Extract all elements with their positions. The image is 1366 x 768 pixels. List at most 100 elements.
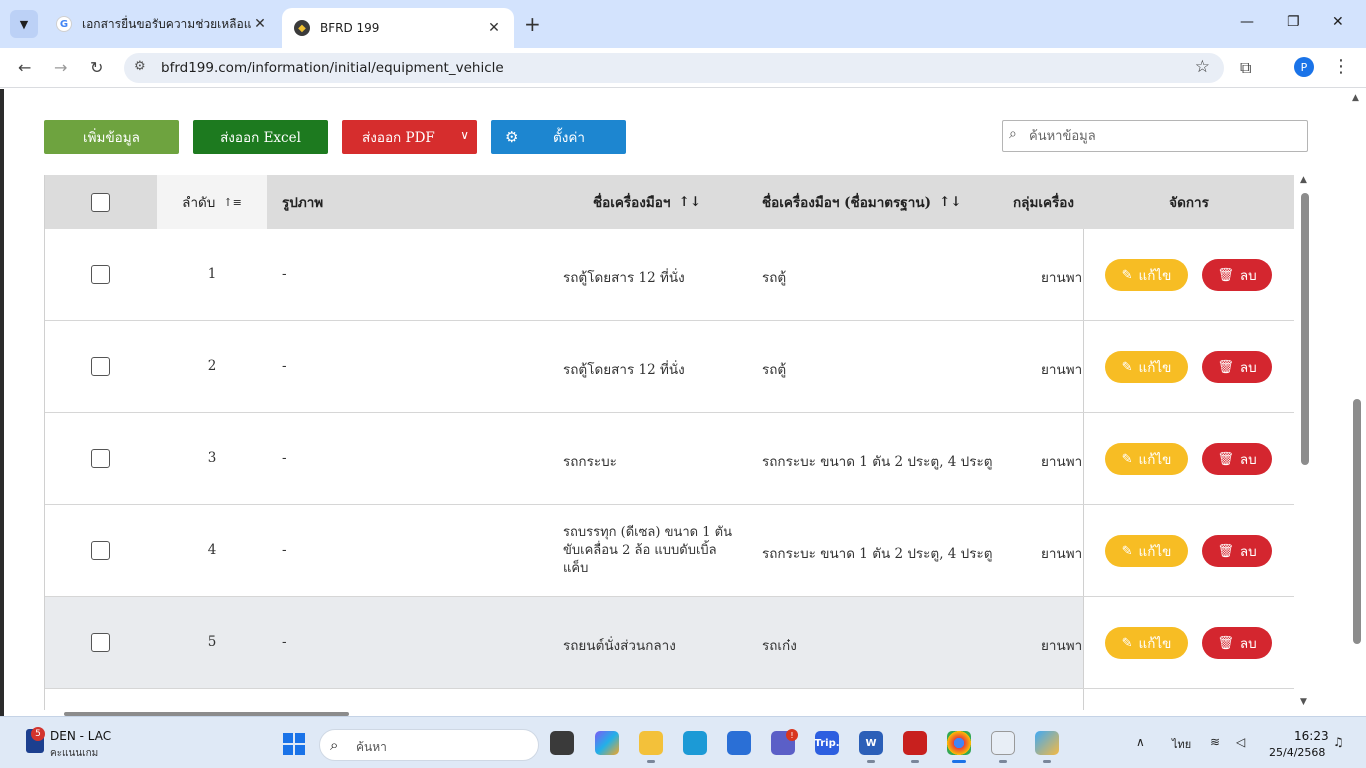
- snipping-tool-icon[interactable]: [991, 731, 1015, 755]
- tab-search-button[interactable]: ▼: [10, 10, 38, 38]
- column-name[interactable]: ชื่อเครื่องมือฯ ↑↓: [593, 175, 701, 229]
- star-icon[interactable]: ☆: [1195, 57, 1210, 77]
- app-indicator: [647, 760, 655, 763]
- word-icon[interactable]: W: [859, 731, 883, 755]
- edit-label: แก้ไข: [1138, 636, 1172, 652]
- plus-icon[interactable]: +: [524, 14, 541, 34]
- paint-icon[interactable]: [1035, 731, 1059, 755]
- select-all-checkbox[interactable]: [91, 192, 110, 212]
- acrobat-icon[interactable]: [903, 731, 927, 755]
- chevron-up-icon[interactable]: ∧: [1136, 735, 1145, 749]
- edit-button[interactable]: ✎ แก้ไข: [1105, 259, 1188, 291]
- row-select-cell: [91, 357, 110, 376]
- browser-tab-bfrd[interactable]: ◆ BFRD 199 ✕: [282, 8, 514, 48]
- more-vert-icon[interactable]: ⋮: [1332, 56, 1350, 77]
- column-order-label: ลำดับ: [182, 195, 216, 211]
- edit-button[interactable]: ✎ แก้ไข: [1105, 351, 1188, 383]
- store-icon[interactable]: [727, 731, 751, 755]
- delete-button[interactable]: 🗑 ลบ: [1202, 351, 1272, 383]
- scroll-down-icon[interactable]: ▼: [1300, 697, 1307, 707]
- volume-icon[interactable]: ◁: [1236, 735, 1245, 749]
- trash-icon: 🗑: [1217, 267, 1234, 283]
- export-excel-button[interactable]: ส่งออก Excel: [193, 120, 328, 154]
- scroll-thumb[interactable]: [1353, 399, 1361, 644]
- windows-start-icon[interactable]: [283, 733, 305, 755]
- close-icon[interactable]: ✕: [252, 16, 268, 32]
- widget-title[interactable]: DEN - LAC: [50, 729, 111, 743]
- copilot-icon[interactable]: [595, 731, 619, 755]
- row-checkbox[interactable]: [91, 449, 110, 468]
- delete-button[interactable]: 🗑 ลบ: [1202, 259, 1272, 291]
- taskbar-search[interactable]: ⌕ ค้นหา: [319, 729, 539, 761]
- restore-icon[interactable]: ❐: [1287, 14, 1300, 30]
- table-row: 4 - รถบรรทุก (ดีเซล) ขนาด 1 ตัน ขับเคลื่…: [45, 505, 1294, 597]
- back-arrow-icon[interactable]: ←: [18, 58, 31, 77]
- notification-bell-icon[interactable]: ♫: [1333, 735, 1344, 749]
- column-order[interactable]: ลำดับ ↑≡: [157, 175, 267, 229]
- language-indicator[interactable]: ไทย: [1172, 735, 1191, 753]
- avatar[interactable]: P: [1294, 57, 1314, 77]
- chevron-down-icon: ▼: [19, 17, 29, 31]
- google-favicon-icon: G: [56, 16, 72, 32]
- edge-icon[interactable]: [683, 731, 707, 755]
- browser-tab-document[interactable]: G เอกสารยื่นขอรับความช่วยเหลือแม่นลิ ✕: [44, 8, 280, 40]
- edit-button[interactable]: ✎ แก้ไข: [1105, 443, 1188, 475]
- puzzle-icon[interactable]: ⧉: [1240, 58, 1251, 78]
- column-standard-name[interactable]: ชื่อเครื่องมือฯ (ชื่อมาตรฐาน) ↑↓: [762, 175, 962, 229]
- clock-time[interactable]: 16:23: [1294, 729, 1329, 743]
- close-icon[interactable]: ✕: [486, 20, 502, 36]
- file-explorer-icon[interactable]: [639, 731, 663, 755]
- scroll-up-icon[interactable]: ▲: [1352, 93, 1359, 103]
- table-row: 3 - รถกระบะ รถกระบะ ขนาด 1 ตัน 2 ประตู, …: [45, 413, 1294, 505]
- table-vertical-scrollbar[interactable]: ▲ ▼: [1298, 175, 1312, 710]
- delete-button[interactable]: 🗑 ลบ: [1202, 627, 1272, 659]
- row-checkbox[interactable]: [91, 265, 110, 284]
- order-cell: 1: [207, 266, 217, 282]
- add-data-button[interactable]: เพิ่มข้อมูล: [44, 120, 179, 154]
- delete-button[interactable]: 🗑 ลบ: [1202, 535, 1272, 567]
- settings-button[interactable]: ⚙ ตั้งค่า: [491, 120, 626, 154]
- actions-cell: ✎ แก้ไข 🗑 ลบ: [1083, 413, 1294, 504]
- export-pdf-button[interactable]: ส่งออก PDF ∨: [342, 120, 477, 154]
- window-close-icon[interactable]: ✕: [1332, 14, 1344, 30]
- row-checkbox[interactable]: [91, 357, 110, 376]
- scroll-up-icon[interactable]: ▲: [1300, 175, 1307, 185]
- row-checkbox[interactable]: [91, 633, 110, 652]
- page-vertical-scrollbar[interactable]: ▲: [1350, 89, 1364, 716]
- wifi-icon[interactable]: ≋: [1210, 735, 1220, 749]
- edit-button[interactable]: ✎ แก้ไข: [1105, 535, 1188, 567]
- chrome-icon[interactable]: [947, 731, 971, 755]
- standard-name-cell: รถกระบะ ขนาด 1 ตัน 2 ประตู, 4 ประตู: [762, 454, 993, 470]
- edit-button[interactable]: ✎ แก้ไข: [1105, 627, 1188, 659]
- clock-date[interactable]: 25/4/2568: [1269, 746, 1325, 759]
- table-row: [45, 689, 1294, 710]
- app-indicator: [867, 760, 875, 763]
- sort-icon: ↑↓: [938, 194, 962, 210]
- row-checkbox[interactable]: [91, 541, 110, 560]
- search-icon: ⌕: [1009, 126, 1017, 142]
- bfrd-favicon-icon: ◆: [294, 20, 310, 36]
- table-row: 2 - รถตู้โดยสาร 12 ที่นั่ง รถตู้ ยานพา ✎…: [45, 321, 1294, 413]
- tripadvisor-icon[interactable]: Trip.: [814, 731, 840, 755]
- word-label: W: [865, 737, 877, 749]
- row-select-cell: [91, 633, 110, 652]
- scroll-thumb[interactable]: [1301, 193, 1309, 465]
- tripadvisor-label: Trip.: [814, 737, 840, 749]
- chevron-down-icon[interactable]: ∨: [460, 128, 469, 142]
- minimize-icon[interactable]: —: [1240, 14, 1254, 30]
- name-cell: รถตู้โดยสาร 12 ที่นั่ง: [563, 270, 685, 286]
- reload-icon[interactable]: ↻: [90, 58, 103, 77]
- column-name-label: ชื่อเครื่องมือฯ: [593, 195, 671, 211]
- taskbar: 5 DEN - LAC คะแนนเกม ⌕ ค้นหา ! Trip. W ∧…: [0, 716, 1366, 768]
- site-info-icon[interactable]: ⚙: [134, 59, 146, 74]
- task-view-icon[interactable]: [550, 731, 574, 755]
- group-cell: ยานพา: [1041, 270, 1083, 286]
- notification-badge: 5: [31, 727, 45, 741]
- url-field[interactable]: ⚙ bfrd199.com/information/initial/equipm…: [124, 53, 1224, 83]
- taskbar-search-placeholder: ค้นหา: [356, 740, 387, 754]
- forward-arrow-icon[interactable]: →: [54, 58, 67, 77]
- trash-icon: 🗑: [1217, 359, 1234, 375]
- search-input[interactable]: [1029, 125, 1299, 147]
- actions-cell: ✎ แก้ไข 🗑 ลบ: [1083, 321, 1294, 412]
- delete-button[interactable]: 🗑 ลบ: [1202, 443, 1272, 475]
